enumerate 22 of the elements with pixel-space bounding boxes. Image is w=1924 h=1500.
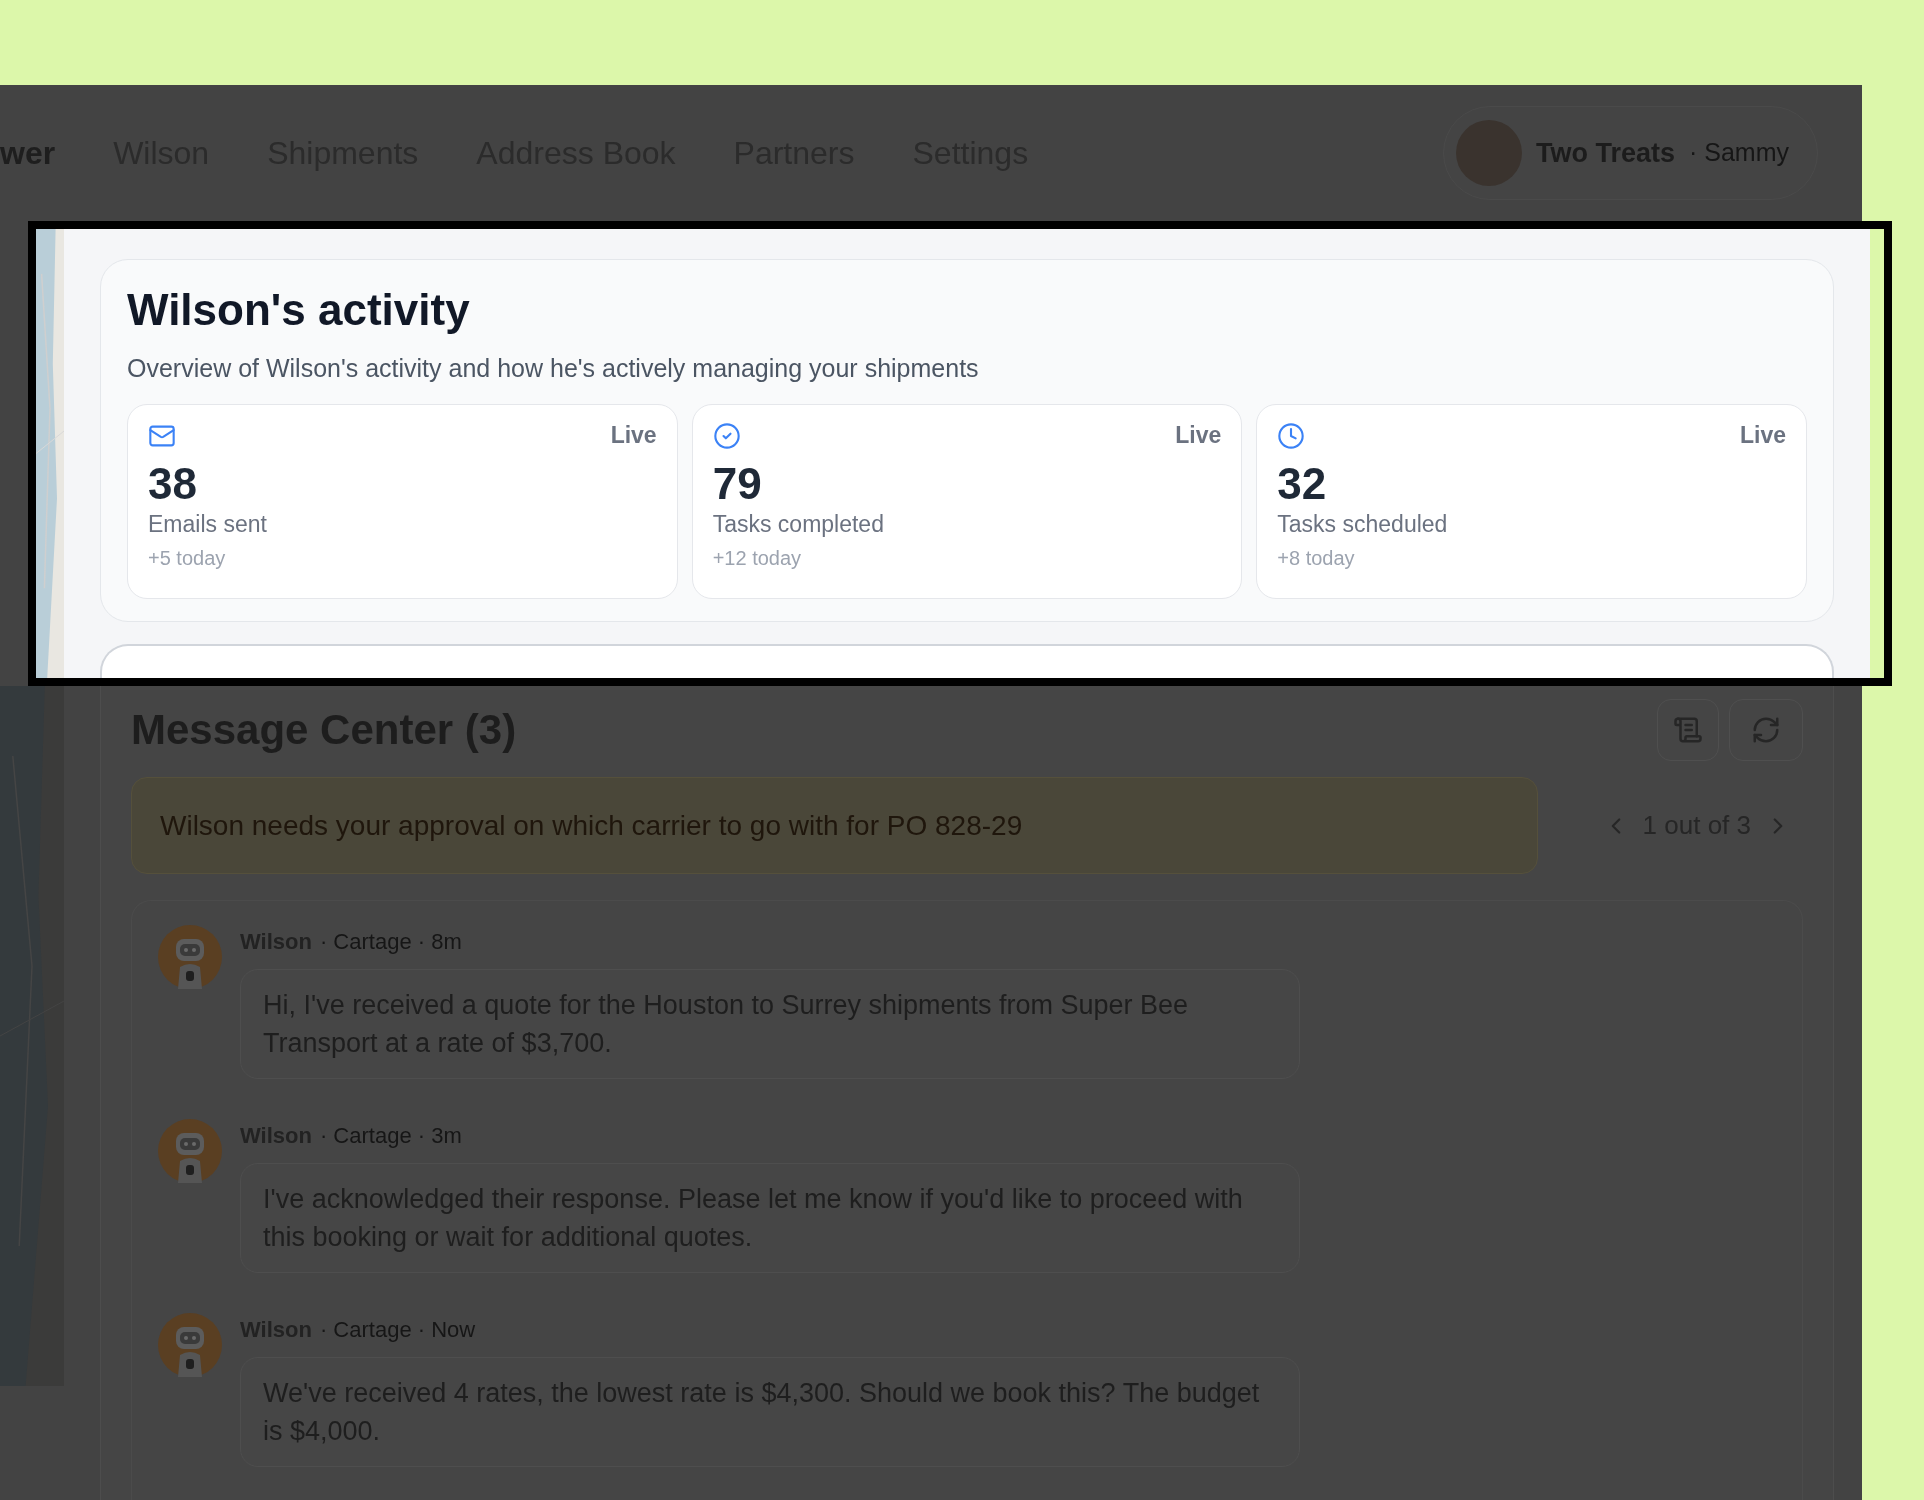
refresh-button[interactable]: [1729, 698, 1803, 761]
section-subtitle: Overview of Wilson's activity and how he's actively managing your shipments: [127, 353, 980, 384]
robot-avatar-icon: [158, 925, 222, 989]
stat-value: 32: [1277, 458, 1328, 509]
stat-label: Tasks scheduled: [1277, 509, 1449, 539]
stat-delta: +5 today: [148, 545, 227, 571]
stat-delta: +8 today: [1277, 545, 1356, 571]
log-button[interactable]: [1657, 698, 1719, 761]
robot-avatar-icon: [158, 1313, 222, 1377]
stat-delta: +12 today: [712, 545, 803, 571]
live-label: Live: [610, 421, 657, 451]
clock-icon: [1277, 421, 1306, 450]
stat-label: Tasks completed: [712, 509, 885, 539]
robot-avatar-icon: [158, 1119, 222, 1183]
section-title: Wilson's activity: [127, 284, 471, 336]
check-circle-icon: [712, 421, 741, 450]
stat-label: Emails sent: [148, 509, 268, 539]
stat-value: 79: [712, 458, 763, 509]
stat-value: 38: [148, 458, 198, 509]
avatar: [1455, 120, 1522, 186]
live-label: Live: [1175, 421, 1222, 451]
live-label: Live: [1739, 421, 1786, 451]
